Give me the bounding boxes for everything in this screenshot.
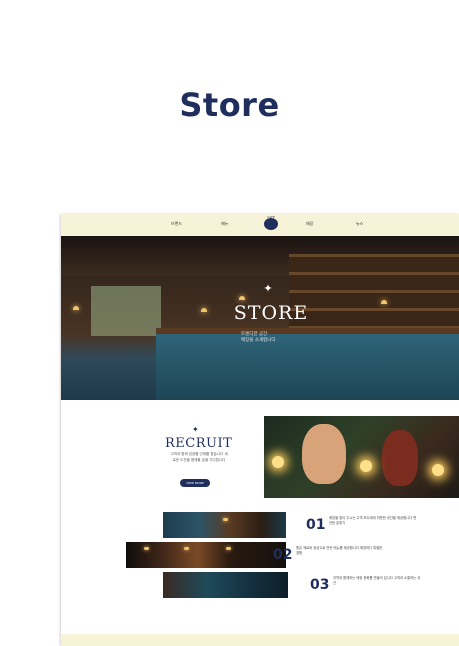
step-number: 01 [306,517,326,533]
nav-item-store[interactable]: 매장 [306,221,313,227]
light-icon [432,464,444,476]
top-nav: 브랜드 메뉴 CAFE 매장 뉴스 [61,214,459,236]
step-number: 03 [310,577,330,593]
light-icon [272,456,284,468]
hero-window [91,286,161,336]
view-more-button[interactable]: VIEW MORE [180,479,210,487]
logo-icon[interactable] [264,218,278,230]
website-mockup: 브랜드 메뉴 CAFE 매장 뉴스 ✦ STORE 트렌디한 공간 매장을 소개… [61,214,459,646]
recruit-photo [264,416,459,498]
teddy-bear-image [302,424,346,484]
hero-title: STORE [233,302,309,324]
store-photo-strip [126,542,286,568]
lamp-icon [144,547,149,550]
lamp-icon [201,308,207,312]
step-text: 좋은 재료와 정성으로 만든 메뉴를 제공합니다 매장마다 특별한 경험 [296,546,383,555]
store-photo-strip [163,572,288,598]
lamp-icon [73,306,79,310]
logo-label: CAFE [267,215,275,219]
hero-subtitle: 트렌디한 공간 매장을 소개합니다 [241,332,311,344]
teddy-bear-image [382,430,418,486]
lamp-icon [381,300,387,304]
light-icon [360,460,372,472]
recruit-text: 고객과 함께 성장할 인재를 찾습니다 새로운 도전을 함께할 분을 기다립니다 [170,452,228,462]
sparkle-icon: ✦ [192,425,199,434]
lamp-icon [223,518,228,521]
step-text: 지역과 함께하는 매장 문화를 만들어 갑니다 고객과 소통하는 공간 [333,576,421,585]
recruit-title: RECRUIT [165,436,233,451]
lamp-icon [239,296,245,300]
hero-banner: ✦ STORE 트렌디한 공간 매장을 소개합니다 [61,236,459,400]
step-number: 02 [273,547,293,563]
hero-subtitle-line2: 매장을 소개합니다 [241,338,276,343]
nav-item-news[interactable]: 뉴스 [356,221,363,227]
footer-bar [61,634,459,646]
hero-subtitle-line1: 트렌디한 공간 [241,332,268,337]
step-text: 매장을 찾아 주시는 고객 모두에게 따뜻한 공간을 제공합니다 편안한 분위기 [329,516,417,525]
lamp-icon [226,547,231,550]
store-photo-strip [163,512,286,538]
nav-item-menu[interactable]: 메뉴 [221,221,228,227]
store-emblem-icon: ✦ [263,282,273,295]
page-title: Store [179,86,280,124]
nav-item-brand[interactable]: 브랜드 [171,221,182,227]
lamp-icon [184,547,189,550]
